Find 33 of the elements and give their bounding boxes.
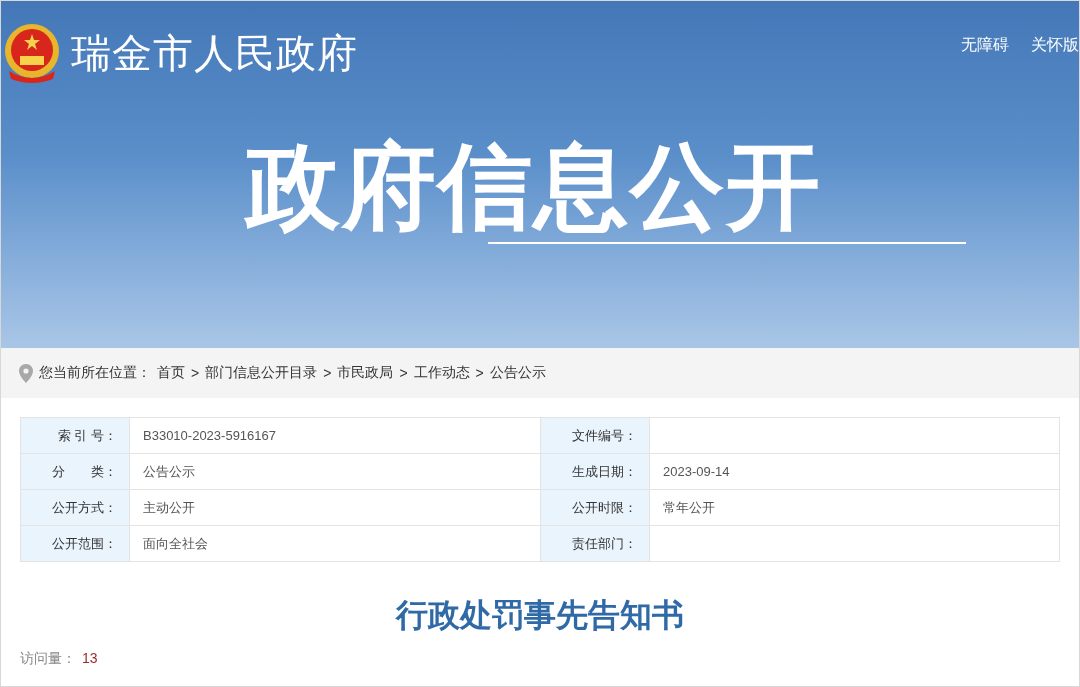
- value-cell: 主动公开: [130, 490, 541, 526]
- label-cell: 责任部门：: [541, 526, 650, 562]
- breadcrumb-separator: >: [323, 365, 332, 381]
- value-cell: 公告公示: [130, 454, 541, 490]
- breadcrumb-link[interactable]: 市民政局: [337, 364, 394, 382]
- label-cell: 分 类：: [21, 454, 130, 490]
- visits-label: 访问量：: [20, 650, 76, 668]
- breadcrumb-link[interactable]: 部门信息公开目录: [205, 364, 318, 382]
- value-cell: 2023-09-14: [650, 454, 1060, 490]
- value-cell: 面向全社会: [130, 526, 541, 562]
- label-cell: 公开范围：: [21, 526, 130, 562]
- value-cell: 常年公开: [650, 490, 1060, 526]
- breadcrumb-separator: >: [191, 365, 200, 381]
- label-cell: 公开时限：: [541, 490, 650, 526]
- site-title: 瑞金市人民政府: [71, 29, 358, 77]
- label-cell: 索 引 号：: [21, 418, 130, 454]
- breadcrumb-separator: >: [399, 365, 408, 381]
- visits-count: 13: [82, 650, 98, 668]
- breadcrumb-separator: >: [475, 365, 484, 381]
- breadcrumb-link[interactable]: 首页: [157, 364, 185, 382]
- breadcrumb-label: 您当前所在位置：: [39, 364, 151, 382]
- value-cell: B33010-2023-5916167: [130, 418, 541, 454]
- location-pin-icon: [19, 363, 33, 383]
- banner-title: 政府信息公开: [246, 135, 822, 239]
- national-emblem-icon: [3, 23, 61, 83]
- article-title: 行政处罚事先告知书: [394, 596, 685, 635]
- header-link[interactable]: 关怀版: [1031, 35, 1079, 56]
- header-link[interactable]: 无障碍: [961, 35, 1009, 56]
- breadcrumb-link[interactable]: 工作动态: [413, 364, 470, 382]
- breadcrumb-link[interactable]: 公告公示: [489, 364, 546, 382]
- label-cell: 文件编号：: [541, 418, 650, 454]
- label-cell: 公开方式：: [21, 490, 130, 526]
- label-cell: 生成日期：: [541, 454, 650, 490]
